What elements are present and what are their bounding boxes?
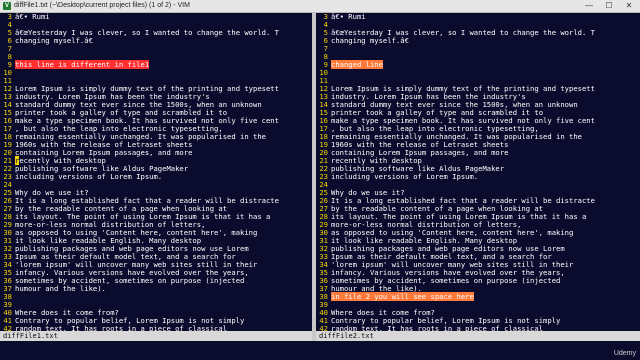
buffer-line[interactable]: 9 this line is different in file1 <box>0 60 312 69</box>
window-titlebar: V diffFile1.txt (~\Desktop\current proje… <box>0 0 640 13</box>
right-diff-pane[interactable]: 3 â€• Rumi 4 5 â€œYesterday I was clever, so… <box>316 13 640 331</box>
buffer-line[interactable]: 38 <box>0 293 312 301</box>
buffer-line[interactable]: 6 changing myself.â€ <box>0 37 312 45</box>
buffer-line[interactable]: 38 in file 2 you will see space here <box>316 292 640 301</box>
udemy-watermark: Udemy <box>613 350 636 357</box>
buffer-line[interactable]: 3 â€• Rumi <box>316 13 640 21</box>
buffer-line[interactable]: 23 including versions of Lorem Ipsum. <box>316 173 640 181</box>
diff-highlight-text: changed line <box>331 60 383 69</box>
buffer-line[interactable]: 10 <box>316 69 640 77</box>
minimize-button[interactable]: — <box>580 0 598 12</box>
buffer-line[interactable]: 3 â€• Rumi <box>0 13 312 21</box>
buffer-line[interactable]: 37 humour and the like). <box>0 285 312 293</box>
line-text: â€• Rumi <box>15 13 50 21</box>
line-text: including versions of Lorem Ipsum. <box>331 172 479 181</box>
buffer-line[interactable]: 9 changed line <box>316 60 640 69</box>
command-line[interactable]: Udemy <box>0 341 640 360</box>
buffer-line[interactable]: 6 changing myself.â€ <box>316 37 640 45</box>
line-text: changing myself.â€ <box>331 36 409 45</box>
line-text: including versions of Lorem Ipsum. <box>15 172 163 181</box>
right-status-line: diffFile2.txt <box>316 331 640 341</box>
buffer-line[interactable]: 10 <box>0 69 312 77</box>
diff-highlight-text: this line is different in file1 <box>15 60 150 69</box>
close-button[interactable]: ✕ <box>620 0 638 12</box>
vim-app-icon: V <box>3 2 11 10</box>
line-text: changing myself.â€ <box>15 36 93 45</box>
maximize-button[interactable]: ☐ <box>600 0 618 12</box>
line-text: humour and the like). <box>15 284 106 293</box>
left-status-line: diffFile1.txt <box>0 331 312 341</box>
line-text: random text. It has roots in a piece of … <box>15 324 228 332</box>
buffer-line[interactable]: 7 <box>316 45 640 53</box>
diff-highlight-text: in file 2 you will see space here <box>331 292 474 301</box>
buffer-line[interactable]: 7 <box>0 45 312 53</box>
left-diff-pane[interactable]: 3 â€• Rumi 4 5 â€œYesterday I was clever, so… <box>0 13 312 331</box>
window-title: diffFile1.txt (~\Desktop\current project… <box>14 2 190 9</box>
line-text: random text. It has roots in a piece of … <box>331 324 544 332</box>
line-text: â€• Rumi <box>331 13 366 21</box>
buffer-line[interactable]: 23 including versions of Lorem Ipsum. <box>0 173 312 181</box>
